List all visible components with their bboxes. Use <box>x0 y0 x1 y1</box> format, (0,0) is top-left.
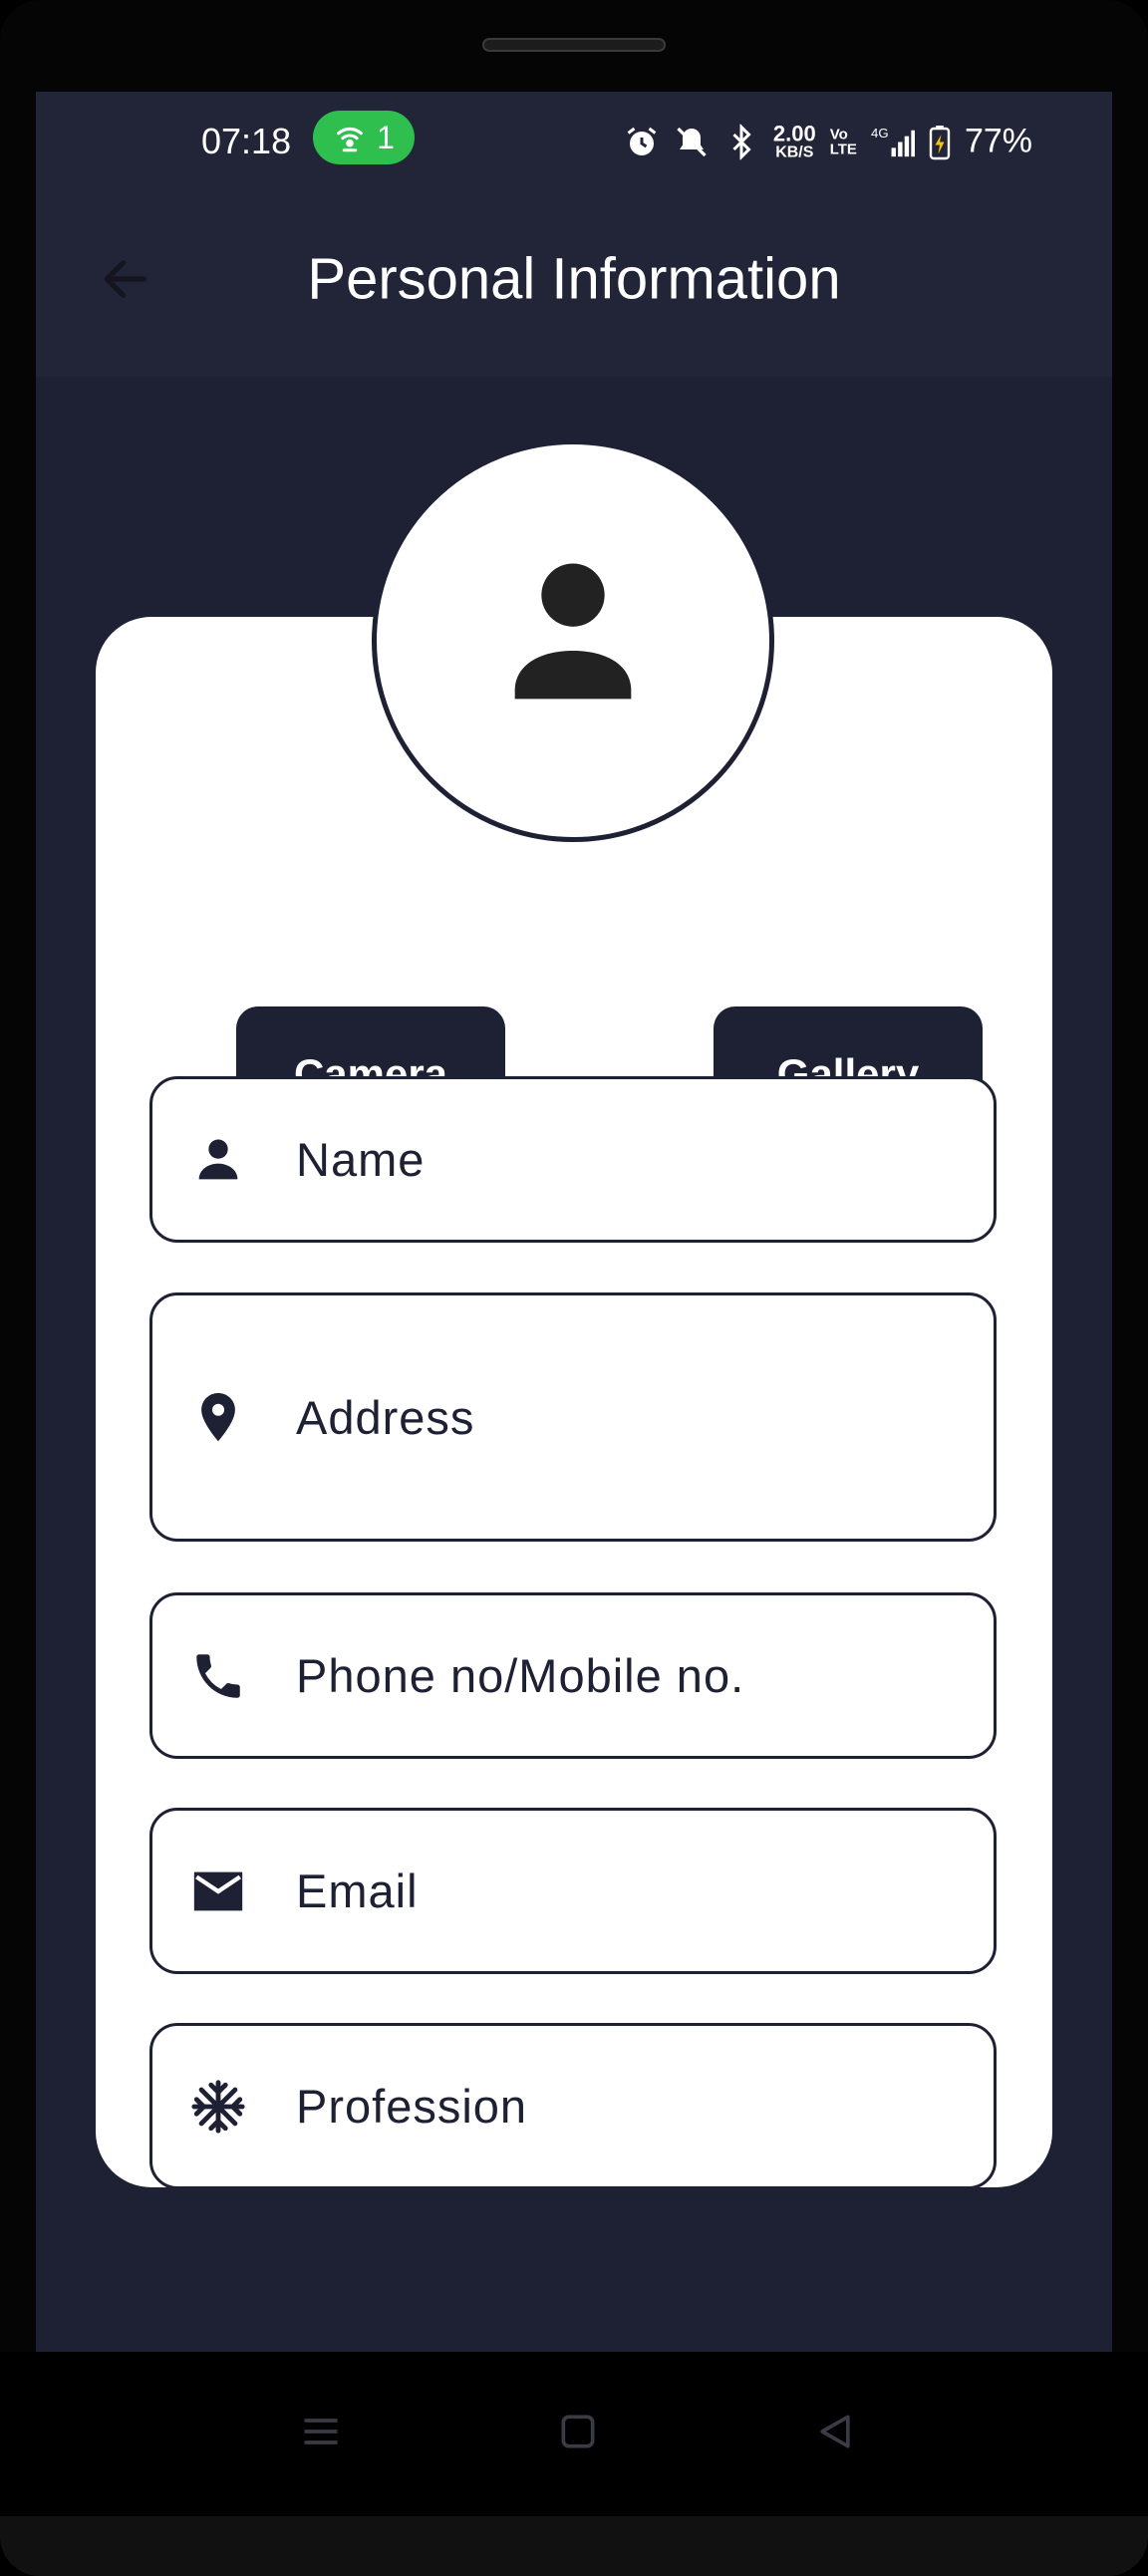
phone-placeholder: Phone no/Mobile no. <box>296 1649 745 1702</box>
status-bar: 07:18 1 2.00 KB/S Vo LTE 4G 77% <box>36 92 1112 179</box>
snowflake-icon <box>188 2077 248 2137</box>
hotspot-badge: 1 <box>313 111 415 164</box>
phone-chin <box>0 2516 1148 2576</box>
email-field[interactable]: Email <box>149 1808 997 1974</box>
navigation-bar <box>0 2352 1148 2516</box>
profession-field[interactable]: Profession <box>149 2023 997 2187</box>
volte-indicator: Vo LTE <box>830 127 857 156</box>
address-placeholder: Address <box>296 1390 475 1444</box>
menu-icon[interactable] <box>299 2410 343 2453</box>
phone-icon <box>188 1646 248 1706</box>
name-field[interactable]: Name <box>149 1076 997 1243</box>
screen: 07:18 1 2.00 KB/S Vo LTE 4G 77% Personal… <box>36 92 1112 2352</box>
net-speed-unit: KB/S <box>775 143 814 160</box>
profession-placeholder: Profession <box>296 2080 528 2133</box>
hotspot-count: 1 <box>377 119 395 155</box>
bluetooth-icon <box>732 124 751 159</box>
signal-icon: 4G <box>871 126 915 156</box>
volte-bottom: LTE <box>829 141 857 157</box>
status-icons: 2.00 KB/S Vo LTE 4G 77% <box>624 123 1032 161</box>
hotspot-icon <box>337 127 363 152</box>
avatar[interactable] <box>372 439 774 842</box>
app-bar: Personal Information <box>36 179 1112 377</box>
profile-card: Camera Gallery Name Address Phone no/Mob… <box>96 617 1052 2187</box>
person-icon <box>514 563 632 700</box>
status-time: 07:18 <box>201 121 292 161</box>
mute-icon <box>677 127 707 156</box>
mail-icon <box>188 1861 248 1921</box>
email-placeholder: Email <box>296 1864 419 1917</box>
net-speed: 2.00 KB/S <box>773 123 816 160</box>
back-icon[interactable] <box>813 2410 857 2453</box>
phone-frame: 07:18 1 2.00 KB/S Vo LTE 4G 77% Personal… <box>0 0 1148 2576</box>
alarm-icon <box>627 127 657 155</box>
volte-top: Vo <box>829 126 848 143</box>
network-type: 4G <box>871 126 889 141</box>
address-field[interactable]: Address <box>149 1292 997 1542</box>
page-title: Personal Information <box>307 246 841 312</box>
person-icon <box>188 1130 248 1190</box>
name-placeholder: Name <box>296 1133 426 1186</box>
battery-percent: 77% <box>964 122 1032 160</box>
location-pin-icon <box>188 1387 248 1447</box>
earpiece-speaker <box>482 38 666 52</box>
home-icon[interactable] <box>556 2410 600 2453</box>
phone-field[interactable]: Phone no/Mobile no. <box>149 1592 997 1759</box>
battery-charging-icon <box>929 125 951 159</box>
net-speed-value: 2.00 <box>772 121 816 145</box>
